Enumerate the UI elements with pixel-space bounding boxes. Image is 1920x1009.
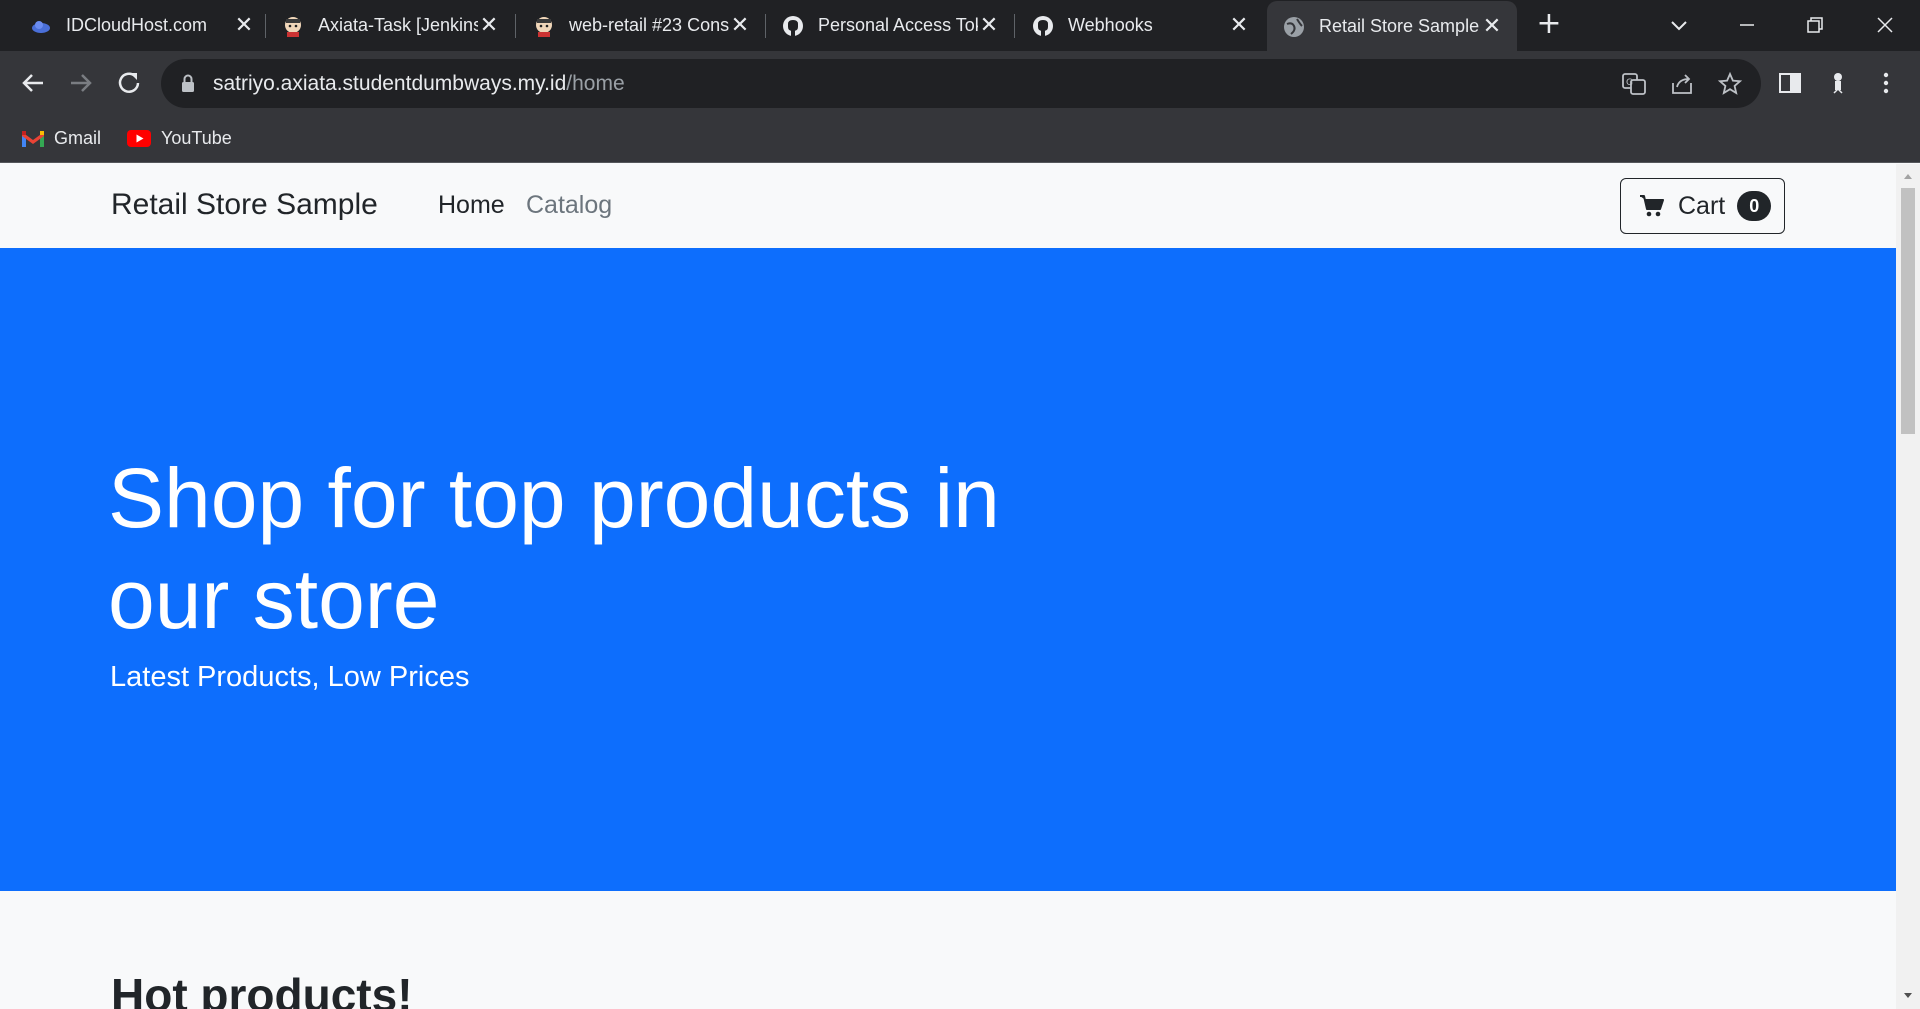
bookmark-label: YouTube xyxy=(161,127,232,148)
page-scrollbar[interactable] xyxy=(1896,164,1920,1009)
nav-link-home[interactable]: Home xyxy=(438,191,505,220)
tab-divider xyxy=(765,14,766,38)
site-navbar: Retail Store Sample Home Catalog Cart 0 xyxy=(0,164,1896,248)
menu-kebab-icon[interactable] xyxy=(1872,69,1900,97)
youtube-icon xyxy=(127,129,151,147)
tab-title: Personal Access Tokens xyxy=(818,15,978,35)
close-tab-icon[interactable]: ✕ xyxy=(978,13,1000,38)
close-tab-icon[interactable]: ✕ xyxy=(233,13,255,38)
cloud-favicon xyxy=(32,20,50,33)
svg-text:G: G xyxy=(1626,78,1633,88)
browser-tab-1[interactable]: IDCloudHost.com ✕ xyxy=(30,0,255,51)
close-window-icon[interactable] xyxy=(1870,10,1900,40)
browser-tab-5[interactable]: Webhooks ✕ xyxy=(1032,0,1250,51)
new-tab-button[interactable]: + xyxy=(1534,9,1564,40)
bookmarks-bar: Gmail YouTube xyxy=(0,115,1920,163)
bookmark-star-icon[interactable] xyxy=(1717,71,1743,97)
url-path: /home xyxy=(566,72,625,95)
forward-icon[interactable] xyxy=(65,67,97,99)
bookmark-label: Gmail xyxy=(54,127,102,148)
scroll-up-arrow-icon[interactable] xyxy=(1902,170,1914,182)
gmail-icon xyxy=(22,130,44,147)
side-panel-icon[interactable] xyxy=(1776,69,1804,97)
cart-icon xyxy=(1640,195,1664,217)
tab-title: Axiata-Task [Jenkins] xyxy=(318,15,478,35)
url-text[interactable]: satriyo.axiata.studentdumbways.my.id/hom… xyxy=(213,72,625,96)
close-tab-icon[interactable]: ✕ xyxy=(1228,13,1250,38)
profile-avatar-icon[interactable] xyxy=(1824,69,1852,97)
browser-tab-2[interactable]: Axiata-Task [Jenkins] ✕ xyxy=(282,0,500,51)
translate-icon[interactable]: G xyxy=(1621,71,1647,97)
browser-tab-4[interactable]: Personal Access Tokens ✕ xyxy=(782,0,1000,51)
nav-link-catalog[interactable]: Catalog xyxy=(526,191,612,220)
browser-toolbar: satriyo.axiata.studentdumbways.my.id/hom… xyxy=(0,51,1920,115)
tab-divider xyxy=(265,14,266,38)
bookmark-gmail[interactable]: Gmail xyxy=(22,123,101,153)
site-brand-link[interactable]: Retail Store Sample xyxy=(111,188,378,222)
hot-products-heading: Hot products! xyxy=(111,969,413,1009)
lock-icon[interactable] xyxy=(181,74,195,92)
url-host: satriyo.axiata.studentdumbways.my.id xyxy=(213,72,567,95)
hero-title: Shop for top products in our store xyxy=(108,451,1000,646)
browser-tab-strip: IDCloudHost.com ✕ Axiata-Task [Jenkins] … xyxy=(0,0,1920,52)
github-favicon xyxy=(1033,15,1053,36)
jenkins-favicon xyxy=(285,16,301,37)
close-tab-icon[interactable]: ✕ xyxy=(478,13,500,38)
reload-icon[interactable] xyxy=(113,67,145,99)
minimize-icon[interactable] xyxy=(1732,10,1762,40)
address-bar[interactable]: satriyo.axiata.studentdumbways.my.id/hom… xyxy=(161,59,1761,108)
tab-title: web-retail #23 Console [Jenkins] xyxy=(569,15,729,35)
jenkins-favicon xyxy=(536,16,552,37)
restore-icon[interactable] xyxy=(1800,10,1830,40)
globe-favicon xyxy=(1284,16,1304,37)
tab-title: Webhooks xyxy=(1068,15,1153,35)
back-icon[interactable] xyxy=(17,67,49,99)
browser-tab-6-active[interactable]: Retail Store Sample ✕ xyxy=(1267,1,1517,52)
share-icon[interactable] xyxy=(1669,71,1695,97)
close-tab-icon[interactable]: ✕ xyxy=(729,13,751,38)
scroll-thumb[interactable] xyxy=(1901,188,1915,434)
cart-count-badge: 0 xyxy=(1737,191,1772,221)
tab-search-icon[interactable] xyxy=(1664,10,1694,40)
tab-title: Retail Store Sample xyxy=(1319,16,1480,36)
hero-subtitle: Latest Products, Low Prices xyxy=(110,661,470,693)
hero-banner: Shop for top products in our store Lates… xyxy=(0,248,1896,891)
page-viewport: Retail Store Sample Home Catalog Cart 0 … xyxy=(0,164,1896,1009)
scroll-down-arrow-icon[interactable] xyxy=(1902,990,1914,1002)
github-favicon xyxy=(783,15,803,36)
cart-button[interactable]: Cart 0 xyxy=(1620,178,1785,234)
close-tab-icon[interactable]: ✕ xyxy=(1481,14,1503,39)
tab-divider xyxy=(1014,14,1015,38)
cart-label: Cart xyxy=(1678,191,1726,220)
tab-divider xyxy=(515,14,516,38)
tab-title: IDCloudHost.com xyxy=(66,15,208,35)
bookmark-youtube[interactable]: YouTube xyxy=(127,123,232,153)
browser-tab-3[interactable]: web-retail #23 Console [Jenkins] ✕ xyxy=(533,0,751,51)
